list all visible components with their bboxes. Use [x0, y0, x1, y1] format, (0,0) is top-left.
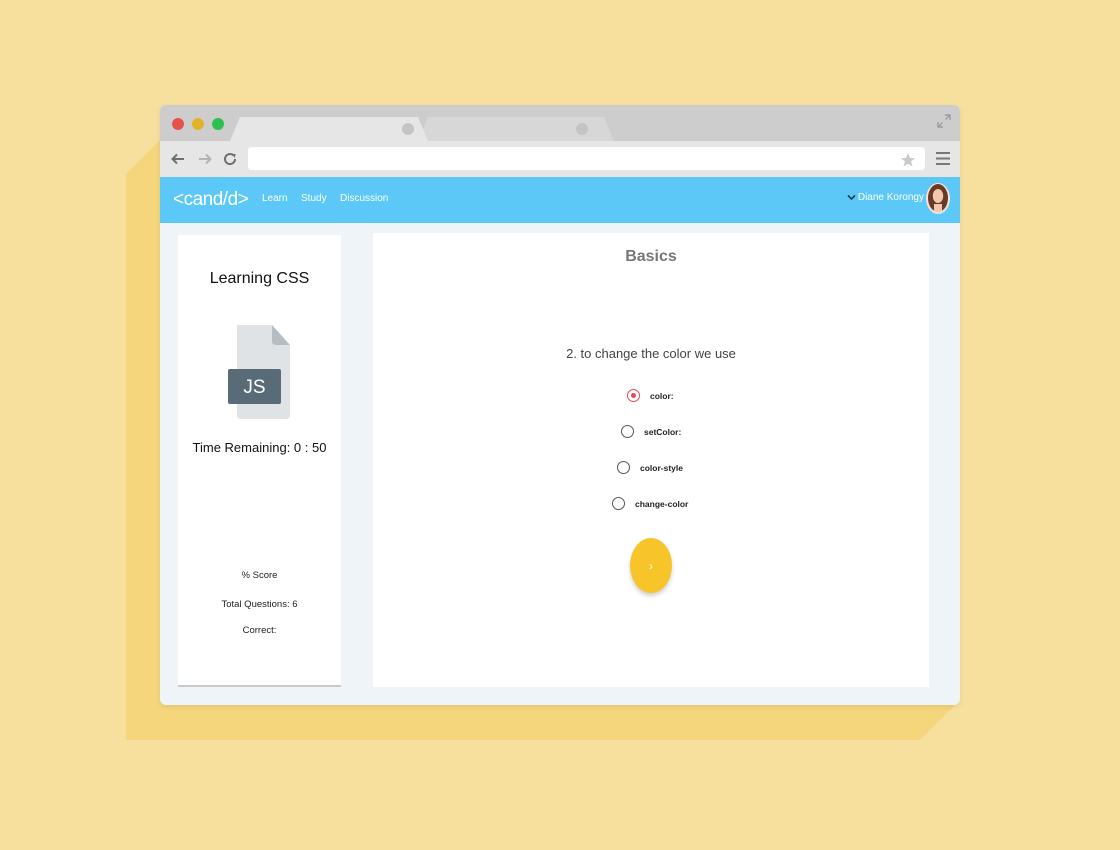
course-title: Learning CSS — [209, 270, 310, 287]
radio-button[interactable] — [621, 425, 634, 438]
score-label: % Score — [241, 570, 278, 581]
reload-icon[interactable] — [220, 149, 240, 169]
radio-button[interactable] — [627, 389, 640, 402]
avatar[interactable] — [926, 183, 950, 214]
option-label: color: — [650, 390, 674, 401]
user-menu[interactable]: Diane Korongy — [847, 192, 924, 203]
tab-strip — [160, 105, 960, 141]
menu-icon[interactable] — [936, 152, 950, 165]
nav-learn[interactable]: Learn — [262, 193, 288, 204]
browser-tab-1[interactable] — [230, 117, 428, 141]
next-question-button[interactable]: › — [630, 538, 672, 593]
chevron-right-icon: › — [649, 558, 653, 573]
app-header: <cand/d> Learn Study Discussion Diane Ko… — [160, 177, 960, 223]
maximize-window-dot[interactable] — [212, 118, 224, 130]
course-sidebar: Learning CSS JS Time Remaining: 0 : 50 %… — [178, 235, 341, 687]
back-arrow-icon[interactable] — [168, 149, 188, 169]
browser-tab-2[interactable] — [418, 117, 614, 141]
user-name: Diane Korongy — [857, 192, 924, 203]
option-label: color-style — [640, 462, 683, 473]
forward-arrow-icon[interactable] — [195, 149, 215, 169]
file-icon-label: JS — [243, 377, 265, 398]
app-logo[interactable]: <cand/d> — [173, 189, 249, 211]
radio-button[interactable] — [617, 461, 630, 474]
option-label: change-color — [635, 498, 689, 509]
option-change-color[interactable]: change-color — [612, 497, 688, 510]
section-title: Basics — [625, 248, 677, 265]
tab-close-icon[interactable] — [576, 123, 588, 135]
correct-label: Correct: — [242, 625, 277, 636]
option-color-style[interactable]: color-style — [617, 461, 683, 474]
expand-icon[interactable] — [936, 113, 952, 129]
time-remaining: Time Remaining: 0 : 50 — [192, 440, 327, 455]
chevron-down-icon — [847, 194, 856, 201]
quiz-panel: Basics 2. to change the color we use col… — [373, 233, 929, 687]
close-window-dot[interactable] — [172, 118, 184, 130]
star-icon[interactable] — [900, 152, 916, 168]
browser-toolbar — [160, 141, 960, 177]
browser-window: <cand/d> Learn Study Discussion Diane Ko… — [160, 105, 960, 705]
total-questions: Total Questions: 6 — [221, 599, 298, 610]
nav-discussion[interactable]: Discussion — [340, 193, 388, 204]
tab-close-icon[interactable] — [402, 123, 414, 135]
radio-button[interactable] — [612, 497, 625, 510]
nav-study[interactable]: Study — [301, 193, 327, 204]
address-bar[interactable] — [248, 147, 925, 170]
option-setcolor[interactable]: setColor: — [621, 425, 681, 438]
option-color[interactable]: color: — [627, 389, 674, 402]
minimize-window-dot[interactable] — [192, 118, 204, 130]
question-text: 2. to change the color we use — [566, 346, 736, 361]
option-label: setColor: — [644, 426, 682, 437]
file-icon: JS — [228, 325, 290, 419]
